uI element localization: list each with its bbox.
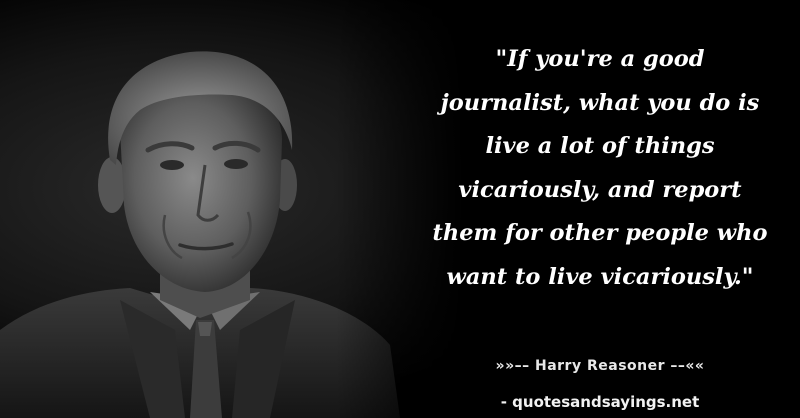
quote-line-2: journalist, what you do is	[440, 89, 760, 116]
quote-line-4: vicariously, and report	[458, 176, 742, 203]
quote-line-6: want to live vicariously."	[446, 263, 754, 290]
quote-card: "If you're a good journalist, what you d…	[0, 0, 800, 418]
quote-line-1: "If you're a good	[495, 46, 705, 72]
quote-text: "If you're a good journalist, what you d…	[410, 38, 790, 300]
quote-author: »»–– Harry Reasoner ––««	[495, 358, 705, 374]
quote-source: - quotesandsayings.net	[500, 393, 700, 411]
quote-line-3: live a lot of things	[485, 133, 715, 160]
quote-line-5: them for other people who	[432, 220, 768, 247]
